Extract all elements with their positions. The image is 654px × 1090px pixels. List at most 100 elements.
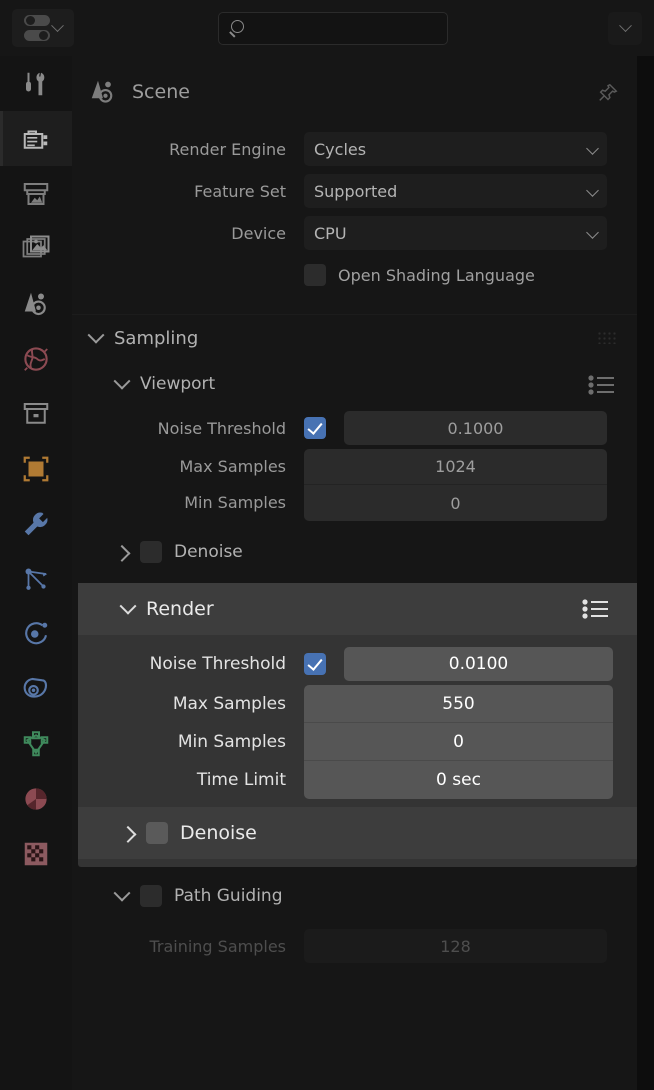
sidebar-item-collection[interactable] (0, 386, 72, 441)
preset-list-icon[interactable] (587, 373, 617, 397)
search-icon (229, 20, 237, 38)
device-dropdown[interactable]: CPU (304, 216, 607, 250)
path-guiding-checkbox[interactable] (140, 885, 162, 907)
sidebar-item-scene[interactable] (0, 276, 72, 331)
properties-content: Scene Render Engine Cycles Feature Set S… (72, 56, 637, 1090)
feature-set-label: Feature Set (72, 182, 304, 201)
render-title: Render (146, 598, 214, 620)
particles-icon (21, 564, 51, 594)
viewport-samples-rows: Max Samples Min Samples 1024 0 (72, 449, 637, 521)
viewport-panel-header[interactable]: Viewport (72, 361, 637, 407)
viewport-max-samples-field[interactable]: 1024 (304, 449, 607, 485)
viewport-noise-threshold-checkbox[interactable] (304, 417, 326, 439)
editor-type-selector[interactable] (12, 9, 74, 47)
chevron-down-icon (114, 373, 131, 390)
feature-set-dropdown[interactable]: Supported (304, 174, 607, 208)
sidebar-item-particles[interactable] (0, 551, 72, 606)
sidebar-item-render[interactable] (0, 111, 72, 166)
scene-cone-sphere-icon (21, 289, 51, 319)
render-noise-threshold-checkbox[interactable] (304, 653, 326, 675)
printer-icon (21, 179, 51, 209)
render-denoise-header[interactable]: Denoise (78, 807, 637, 859)
render-subpanel: Render Noise Threshold (78, 583, 637, 867)
world-globe-icon (21, 344, 51, 374)
render-time-limit-field[interactable]: 0 sec (304, 761, 613, 799)
search-input[interactable] (237, 20, 447, 38)
viewport-denoise-header[interactable]: Denoise (72, 529, 637, 575)
render-max-samples-field[interactable]: 550 (304, 685, 613, 723)
render-engine-dropdown[interactable]: Cycles (304, 132, 607, 166)
render-denoise-checkbox[interactable] (146, 822, 168, 844)
device-label: Device (72, 224, 304, 243)
sidebar-item-view-layer[interactable] (0, 221, 72, 276)
tool-icon (21, 69, 51, 99)
constraints-icon (21, 674, 51, 704)
open-shading-language-row: Open Shading Language (72, 254, 637, 296)
sidebar-item-constraints[interactable] (0, 661, 72, 716)
render-samples-rows: Max Samples Min Samples Time Limit 550 0… (78, 685, 637, 799)
chevron-down-icon (88, 327, 105, 344)
viewport-noise-threshold-row: Noise Threshold 0.1000 (72, 407, 637, 449)
viewport-title: Viewport (140, 374, 215, 394)
render-engine-label: Render Engine (72, 140, 304, 159)
viewport-denoise-checkbox[interactable] (140, 541, 162, 563)
material-sphere-icon (21, 784, 51, 814)
breadcrumb-label: Scene (132, 81, 190, 103)
render-min-samples-field[interactable]: 0 (304, 723, 613, 761)
sampling-title: Sampling (114, 328, 198, 349)
sampling-panel-header[interactable]: Sampling (72, 315, 637, 361)
render-noise-threshold-field[interactable]: 0.0100 (344, 647, 613, 681)
sidebar-item-tool[interactable] (0, 56, 72, 111)
sidebar-item-material[interactable] (0, 771, 72, 826)
render-engine-row: Render Engine Cycles (72, 128, 637, 170)
render-noise-threshold-label: Noise Threshold (78, 654, 304, 674)
feature-set-value: Supported (314, 182, 397, 201)
sidebar-item-modifiers[interactable] (0, 496, 72, 551)
viewport-noise-threshold-field[interactable]: 0.1000 (344, 411, 607, 445)
scene-cone-sphere-icon (88, 77, 118, 107)
wrench-icon (21, 509, 51, 539)
breadcrumb: Scene (72, 56, 637, 128)
chevron-right-icon (114, 545, 131, 562)
sidebar-item-object-data[interactable] (0, 716, 72, 771)
osl-label: Open Shading Language (338, 266, 535, 285)
preset-list-icon[interactable] (581, 597, 611, 621)
render-min-samples-label: Min Samples (78, 723, 286, 761)
osl-checkbox[interactable] (304, 264, 326, 286)
sidebar-item-physics[interactable] (0, 606, 72, 661)
sidebar-item-world[interactable] (0, 331, 72, 386)
chevron-down-icon (586, 226, 599, 239)
camera-back-icon (21, 124, 51, 154)
chevron-down-icon (120, 598, 137, 615)
viewport-noise-threshold-label: Noise Threshold (72, 419, 304, 438)
pin-icon[interactable] (597, 82, 619, 104)
sidebar-item-object[interactable] (0, 441, 72, 496)
chevron-down-icon (586, 184, 599, 197)
chevron-down-icon (114, 885, 131, 902)
path-guiding-header[interactable]: Path Guiding (72, 873, 637, 919)
sidebar-item-texture[interactable] (0, 826, 72, 881)
properties-tab-rail (0, 56, 72, 1090)
training-samples-field: 128 (304, 929, 607, 963)
render-time-limit-label: Time Limit (78, 761, 286, 799)
training-samples-label: Training Samples (72, 937, 304, 956)
properties-editor-icon (24, 15, 50, 41)
sidebar-item-output[interactable] (0, 166, 72, 221)
render-panel-header[interactable]: Render (78, 583, 637, 635)
chevron-down-icon (51, 19, 64, 32)
render-samples-fields: 550 0 0 sec (304, 685, 613, 799)
mesh-data-icon (21, 729, 51, 759)
training-samples-row: Training Samples 128 (72, 925, 637, 967)
blender-properties-editor: Scene Render Engine Cycles Feature Set S… (0, 0, 654, 1090)
viewport-min-samples-field[interactable]: 0 (304, 485, 607, 521)
chevron-down-icon (619, 19, 632, 32)
chevron-down-icon (586, 142, 599, 155)
render-engine-value: Cycles (314, 140, 366, 159)
feature-set-row: Feature Set Supported (72, 170, 637, 212)
grip-dots-icon[interactable] (597, 331, 617, 344)
header-overflow-button[interactable] (608, 12, 642, 45)
search-field[interactable] (218, 12, 448, 45)
chevron-right-icon (120, 826, 137, 843)
physics-orbit-icon (21, 619, 51, 649)
render-noise-threshold-row: Noise Threshold 0.0100 (78, 643, 637, 685)
